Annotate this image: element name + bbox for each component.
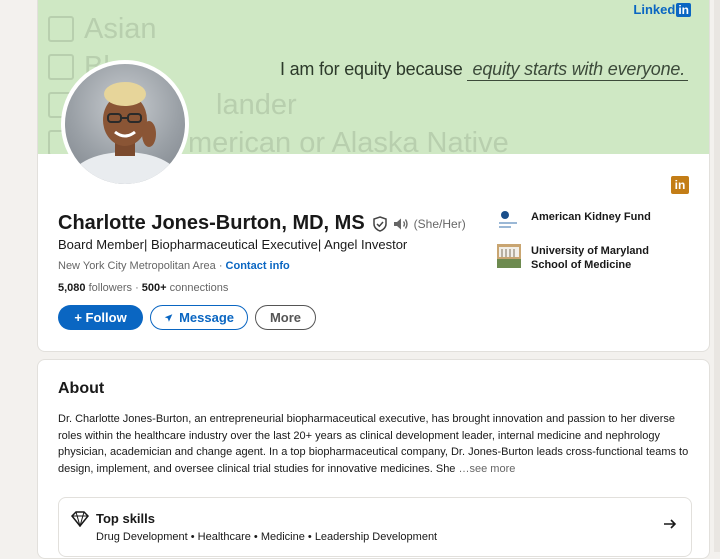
- profile-headline: Board Member| Biopharmaceutical Executiv…: [58, 237, 408, 252]
- american-kidney-fund-logo-icon: [497, 210, 521, 234]
- arrow-right-icon[interactable]: [663, 518, 677, 530]
- avatar-portrait-icon: [69, 82, 181, 184]
- org-item[interactable]: American Kidney Fund: [497, 210, 671, 234]
- profile-name: Charlotte Jones-Burton, MD, MS: [58, 212, 365, 234]
- about-title: About: [58, 380, 105, 397]
- about-text: Dr. Charlotte Jones-Burton, an entrepren…: [58, 413, 689, 475]
- stats-separator: ·: [135, 282, 139, 294]
- more-button[interactable]: More: [255, 305, 316, 330]
- pronouns: (She/Her): [413, 216, 466, 231]
- profile-avatar[interactable]: [61, 60, 189, 188]
- university-building-logo-icon: [497, 244, 521, 268]
- separator: ·: [218, 260, 223, 272]
- contact-info-link[interactable]: Contact info: [226, 260, 290, 272]
- location-row: New York City Metropolitan Area · Contac…: [58, 260, 290, 272]
- stats-row: 5,080 followers · 500+ connections: [58, 282, 228, 294]
- diamond-icon: [71, 511, 89, 527]
- about-section: About Dr. Charlotte Jones-Burton, an ent…: [37, 359, 710, 559]
- banner-ghost-row: merican or Alaska Native: [188, 126, 509, 154]
- location: New York City Metropolitan Area: [58, 260, 216, 272]
- window-edge: [714, 0, 720, 552]
- profile-name-row: Charlotte Jones-Burton, MD, MS (She/Her): [58, 212, 466, 235]
- connections-link[interactable]: 500+ connections: [142, 282, 229, 294]
- org-item[interactable]: University of Maryland School of Medicin…: [497, 244, 671, 272]
- banner-ghost-row: lander: [216, 88, 297, 121]
- message-button[interactable]: Message: [150, 305, 248, 330]
- profile-orgs: American Kidney Fund University of Maryl…: [497, 210, 671, 282]
- see-more-link[interactable]: …see more: [459, 463, 516, 475]
- linkedin-badge-icon[interactable]: in: [671, 176, 689, 194]
- banner-ghost-row: Asian: [48, 12, 157, 46]
- linkedin-logo: Linked in: [633, 2, 691, 17]
- banner-tagline: I am for equity because equity starts wit…: [280, 59, 689, 81]
- verified-shield-icon[interactable]: [372, 215, 388, 232]
- top-skills-list: Drug Development • Healthcare • Medicine…: [96, 531, 438, 543]
- top-skills-title: Top skills: [96, 511, 155, 526]
- speaker-icon[interactable]: [392, 216, 410, 232]
- followers-link[interactable]: 5,080 followers: [58, 282, 132, 294]
- send-icon: [164, 313, 173, 322]
- top-skills-card[interactable]: Top skills Drug Development • Healthcare…: [58, 497, 692, 557]
- follow-button[interactable]: + Follow: [58, 305, 143, 330]
- profile-card: Asian Bl lander merican or Alaska Native…: [37, 0, 710, 352]
- profile-actions: + Follow Message More: [58, 305, 316, 330]
